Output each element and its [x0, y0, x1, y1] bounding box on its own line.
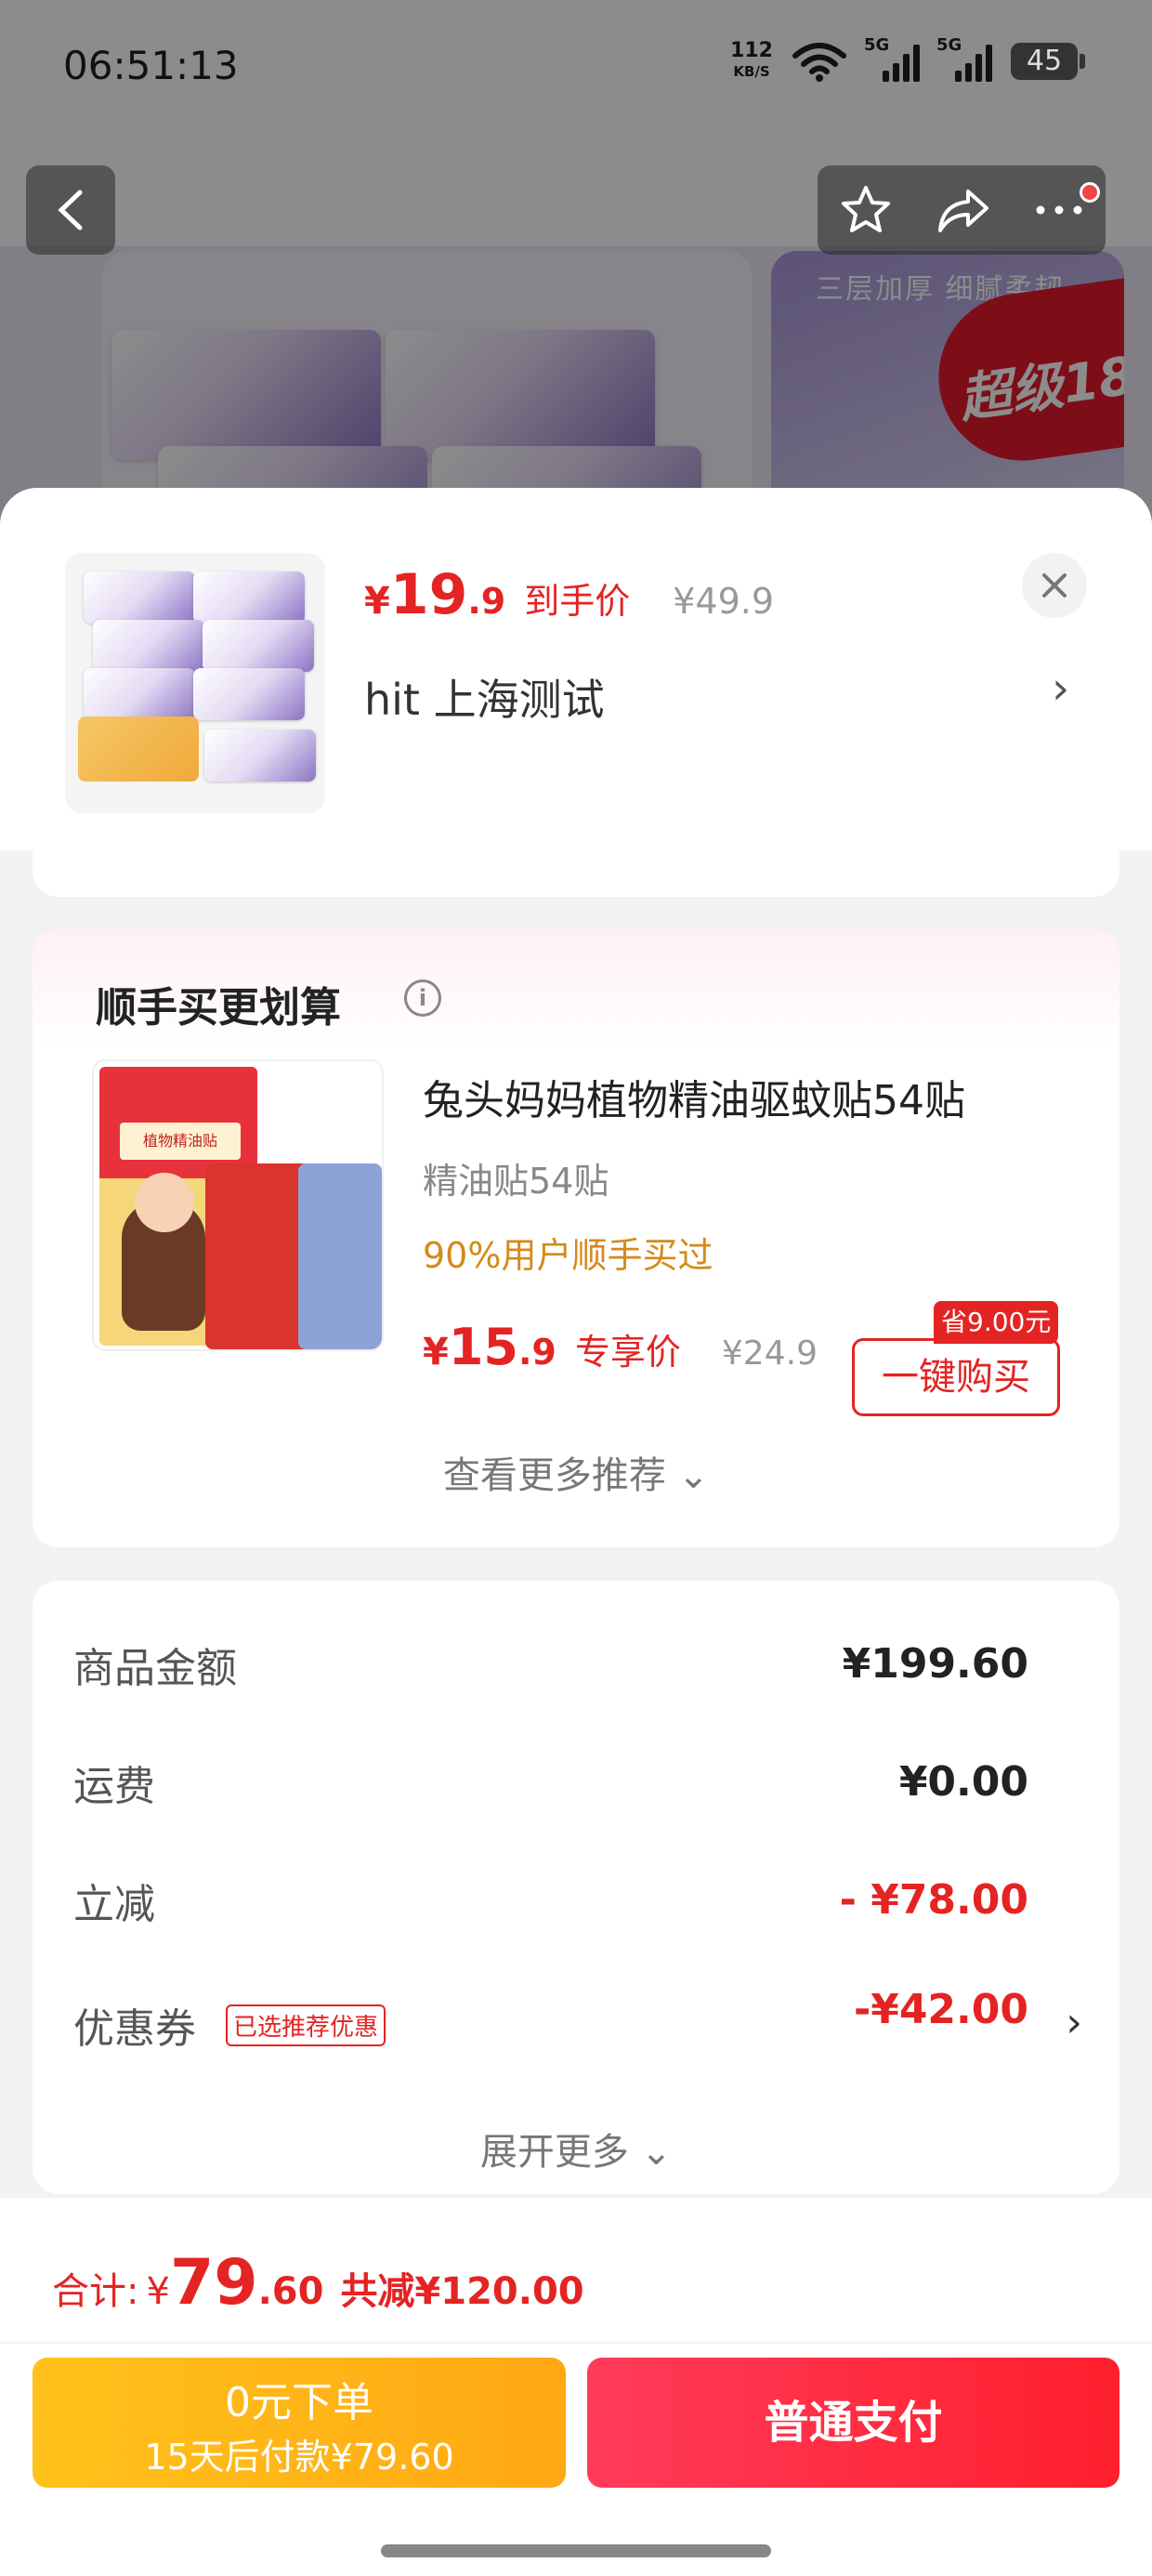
- header-card-bottom: [33, 850, 1119, 897]
- price-summary-card: 商品金额 ¥199.60 运费 ¥0.00 立减 - ¥78.00 优惠券 已选…: [33, 1581, 1119, 2194]
- info-icon[interactable]: i: [404, 979, 441, 1017]
- more-icon[interactable]: [1033, 201, 1085, 219]
- home-indicator[interactable]: [381, 2544, 771, 2557]
- total-decimal: .60: [257, 2270, 324, 2313]
- sheet-header: ¥ 19 .9 到手价 ¥49.9 hit 上海测试 ›: [0, 488, 1152, 850]
- pack-label: 植物精油贴: [120, 1123, 241, 1160]
- star-icon[interactable]: [838, 182, 894, 238]
- recommend-social-proof: 90%用户顺手买过: [423, 1235, 713, 1276]
- status-time: 06:51:13: [63, 43, 239, 88]
- back-button[interactable]: [26, 165, 115, 255]
- divider: [0, 2342, 1152, 2344]
- price-tag: 到手价: [524, 581, 631, 622]
- recommend-title: 顺手买更划算: [96, 984, 341, 1032]
- signal-2-label: 5G: [936, 35, 962, 55]
- price-integer: 19: [389, 562, 468, 627]
- top-action-group: [818, 165, 1106, 255]
- product-price: ¥ 19 .9 到手价 ¥49.9: [364, 562, 774, 627]
- price-currency: ¥: [364, 580, 390, 623]
- price-decimal: .9: [467, 581, 506, 622]
- recommend-price-currency: ¥: [423, 1331, 449, 1373]
- original-price: ¥49.9: [673, 581, 775, 622]
- total-integer: 79: [169, 2246, 258, 2320]
- close-button[interactable]: [1022, 553, 1087, 618]
- instant-discount-value: - ¥78.00: [839, 1876, 1028, 1924]
- normal-pay-button[interactable]: 普通支付: [587, 2358, 1119, 2488]
- signal-1-icon: 5G: [864, 35, 920, 82]
- recommend-item-image[interactable]: 植物精油贴: [92, 1059, 384, 1351]
- wifi-icon: [792, 43, 846, 82]
- instant-discount-label: 立减: [73, 1881, 155, 1928]
- recommend-item-name[interactable]: 兔头妈妈植物精油驱蚊贴54贴: [423, 1067, 965, 1126]
- close-icon: [1042, 573, 1067, 598]
- zero-down-subtitle: 15天后付款¥79.60: [144, 2437, 454, 2477]
- notification-dot: [1080, 182, 1100, 203]
- network-speed: 112 KB/S: [730, 41, 773, 82]
- coupon-label[interactable]: 优惠券: [73, 1995, 196, 2055]
- checkout-sheet: ¥ 19 .9 到手价 ¥49.9 hit 上海测试 › 顺手买更划算 i 植物…: [0, 488, 1152, 2576]
- chevron-right-icon[interactable]: ›: [1052, 663, 1069, 715]
- share-icon[interactable]: [935, 184, 992, 236]
- save-badge: 省9.00元: [934, 1301, 1059, 1344]
- recommend-price-integer: 15: [448, 1318, 518, 1376]
- signal-2-icon: 5G: [936, 35, 992, 82]
- total-line: 合计: ¥ 79 .60 共减¥120.00: [52, 2246, 584, 2320]
- shipping-address[interactable]: hit 上海测试: [364, 666, 605, 728]
- status-bar: 06:51:13 112 KB/S 5G 5G 45: [0, 0, 1152, 139]
- product-thumbnail: [65, 553, 325, 813]
- coupon-selected-tag: 已选推荐优惠: [226, 2004, 386, 2046]
- coupon-chevron-icon[interactable]: ›: [1066, 1999, 1082, 2046]
- recommend-original-price: ¥24.9: [721, 1334, 818, 1373]
- zero-down-title: 0元下单: [225, 2379, 373, 2426]
- recommend-price-tag: 专享价: [574, 1332, 681, 1373]
- expand-more-link[interactable]: 展开更多 ⌄: [33, 2122, 1119, 2175]
- shipping-value: ¥0.00: [898, 1758, 1028, 1806]
- recommend-item-price: ¥ 15 .9 专享价 ¥24.9: [423, 1318, 818, 1376]
- goods-amount-label: 商品金额: [73, 1645, 237, 1692]
- shipping-label: 运费: [73, 1763, 155, 1810]
- zero-down-order-button[interactable]: 0元下单 15天后付款¥79.60: [33, 2358, 566, 2488]
- goods-amount-value: ¥199.60: [842, 1640, 1028, 1688]
- signal-1-label: 5G: [864, 35, 890, 55]
- total-label: 合计:: [52, 2270, 139, 2313]
- network-speed-value: 112: [730, 39, 773, 62]
- more-recommendations-link[interactable]: 查看更多推荐 ⌄: [33, 1445, 1119, 1499]
- recommend-price-decimal: .9: [518, 1332, 556, 1373]
- total-discount: 共减¥120.00: [340, 2270, 584, 2313]
- one-click-buy-button[interactable]: 一键购买: [852, 1338, 1060, 1416]
- recommend-card: 顺手买更划算 i 植物精油贴 兔头妈妈植物精油驱蚊贴54贴 精油贴54贴 90%…: [33, 929, 1119, 1547]
- recommend-item-spec: 精油贴54贴: [423, 1161, 609, 1202]
- checkout-bar: 合计: ¥ 79 .60 共减¥120.00 0元下单 15天后付款¥79.60…: [0, 2198, 1152, 2576]
- coupon-value[interactable]: -¥42.00: [854, 1986, 1028, 2033]
- status-icons: 112 KB/S 5G 5G 45: [730, 35, 1085, 82]
- network-speed-unit: KB/S: [733, 63, 770, 80]
- back-arrow-icon: [58, 190, 83, 230]
- total-currency: ¥: [146, 2270, 170, 2313]
- battery-icon: 45: [1011, 43, 1085, 80]
